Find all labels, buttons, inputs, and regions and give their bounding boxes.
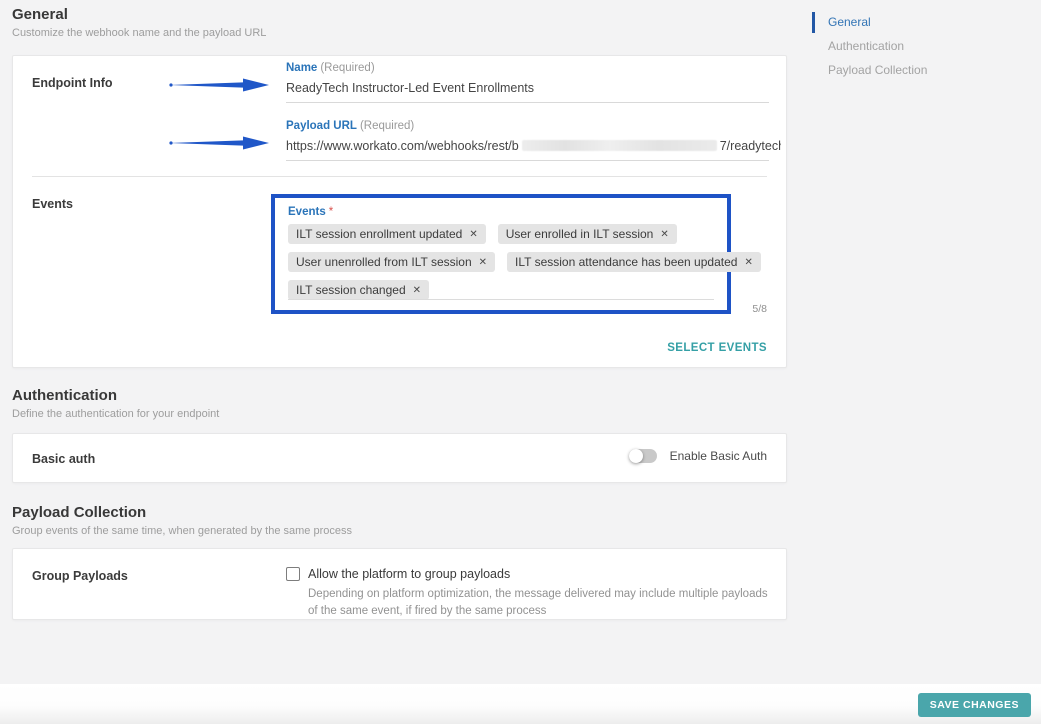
annotation-arrow-name-icon <box>169 77 271 93</box>
general-section-subtitle: Customize the webhook name and the paylo… <box>12 27 266 39</box>
events-chip-row: ILT session changed ✕ <box>288 280 714 300</box>
event-chip-label: ILT session enrollment updated <box>296 227 462 241</box>
event-chip-label: User enrolled in ILT session <box>506 227 654 241</box>
payload-url-suffix: 7/readytech-instr <box>720 139 781 153</box>
payload-url-prefix: https://www.workato.com/webhooks/rest/b <box>286 139 519 153</box>
events-chip-row: ILT session enrollment updated ✕ User enr… <box>288 224 714 244</box>
enable-basic-auth-toggle[interactable] <box>629 449 657 463</box>
annotation-arrow-payload-url-icon <box>169 135 271 151</box>
toggle-knob <box>629 449 643 463</box>
remove-chip-icon[interactable]: ✕ <box>469 229 477 240</box>
payload-collection-card: Group Payloads Allow the platform to gro… <box>12 548 787 620</box>
events-field-label: Events <box>288 206 326 218</box>
remove-chip-icon[interactable]: ✕ <box>413 285 421 296</box>
name-required-hint: (Required) <box>320 62 374 74</box>
name-field-label-line: Name(Required) <box>286 62 781 74</box>
event-chip-label: User unenrolled from ILT session <box>296 255 472 269</box>
general-card: Endpoint Info Name(Required) ReadyTech I… <box>12 55 787 368</box>
authentication-section-title: Authentication <box>12 387 117 404</box>
remove-chip-icon[interactable]: ✕ <box>660 229 668 240</box>
name-input[interactable]: ReadyTech Instructor-Led Event Enrollmen… <box>286 81 781 95</box>
events-required-asterisk: * <box>329 206 333 218</box>
basic-auth-row-label: Basic auth <box>32 452 95 466</box>
remove-chip-icon[interactable]: ✕ <box>479 257 487 268</box>
payload-url-redacted-blur <box>522 140 717 151</box>
authentication-section-subtitle: Define the authentication for your endpo… <box>12 408 219 420</box>
events-row-label: Events <box>32 197 73 211</box>
name-input-underline <box>286 102 769 103</box>
payload-url-field: Payload URL(Required) https://www.workat… <box>286 120 781 161</box>
event-chip[interactable]: ILT session attendance has been updated ✕ <box>507 252 761 272</box>
events-annotation-box: Events* ILT session enrollment updated ✕ … <box>271 194 731 314</box>
group-payloads-checkbox[interactable] <box>286 567 300 581</box>
remove-chip-icon[interactable]: ✕ <box>744 257 752 268</box>
events-input-underline <box>288 299 714 300</box>
endpoint-info-row-label: Endpoint Info <box>32 76 113 90</box>
events-counter: 5/8 <box>752 303 767 315</box>
general-section-title: General <box>12 6 68 23</box>
enable-basic-auth-label: Enable Basic Auth <box>670 449 767 463</box>
basic-auth-toggle-group: Enable Basic Auth <box>629 449 767 463</box>
payload-url-input[interactable]: https://www.workato.com/webhooks/rest/b 7… <box>286 139 781 153</box>
nav-item-authentication[interactable]: Authentication <box>828 39 904 53</box>
card-divider <box>32 176 767 177</box>
name-field-label: Name <box>286 62 317 74</box>
save-changes-button[interactable]: SAVE CHANGES <box>918 693 1031 717</box>
events-chip-row: User unenrolled from ILT session✕ ILT se… <box>288 252 714 272</box>
event-chip[interactable]: ILT session changed ✕ <box>288 280 429 300</box>
payload-url-input-underline <box>286 160 769 161</box>
payload-url-field-label-line: Payload URL(Required) <box>286 120 781 132</box>
group-payloads-helper-text: Depending on platform optimization, the … <box>308 586 776 621</box>
payload-collection-section-title: Payload Collection <box>12 504 146 521</box>
event-chip[interactable]: ILT session enrollment updated ✕ <box>288 224 486 244</box>
name-field: Name(Required) ReadyTech Instructor-Led … <box>286 62 781 103</box>
event-chip[interactable]: User enrolled in ILT session ✕ <box>498 224 677 244</box>
active-nav-indicator <box>812 12 815 33</box>
event-chip-label: ILT session attendance has been updated <box>515 255 737 269</box>
authentication-card: Basic auth Enable Basic Auth <box>12 433 787 483</box>
events-field-label-line: Events* <box>288 206 714 218</box>
select-events-button[interactable]: SELECT EVENTS <box>667 342 767 354</box>
nav-item-payload-collection[interactable]: Payload Collection <box>828 63 927 77</box>
payload-collection-section-subtitle: Group events of the same time, when gene… <box>12 525 352 537</box>
nav-item-general[interactable]: General <box>828 15 871 29</box>
event-chip[interactable]: User unenrolled from ILT session ✕ <box>288 252 495 272</box>
payload-url-required-hint: (Required) <box>360 120 414 132</box>
group-payloads-row-label: Group Payloads <box>32 569 128 583</box>
group-payloads-checkbox-label: Allow the platform to group payloads <box>308 567 510 581</box>
footer-bar: SAVE CHANGES <box>0 684 1041 724</box>
payload-url-field-label: Payload URL <box>286 120 357 132</box>
event-chip-label: ILT session changed <box>296 283 406 297</box>
